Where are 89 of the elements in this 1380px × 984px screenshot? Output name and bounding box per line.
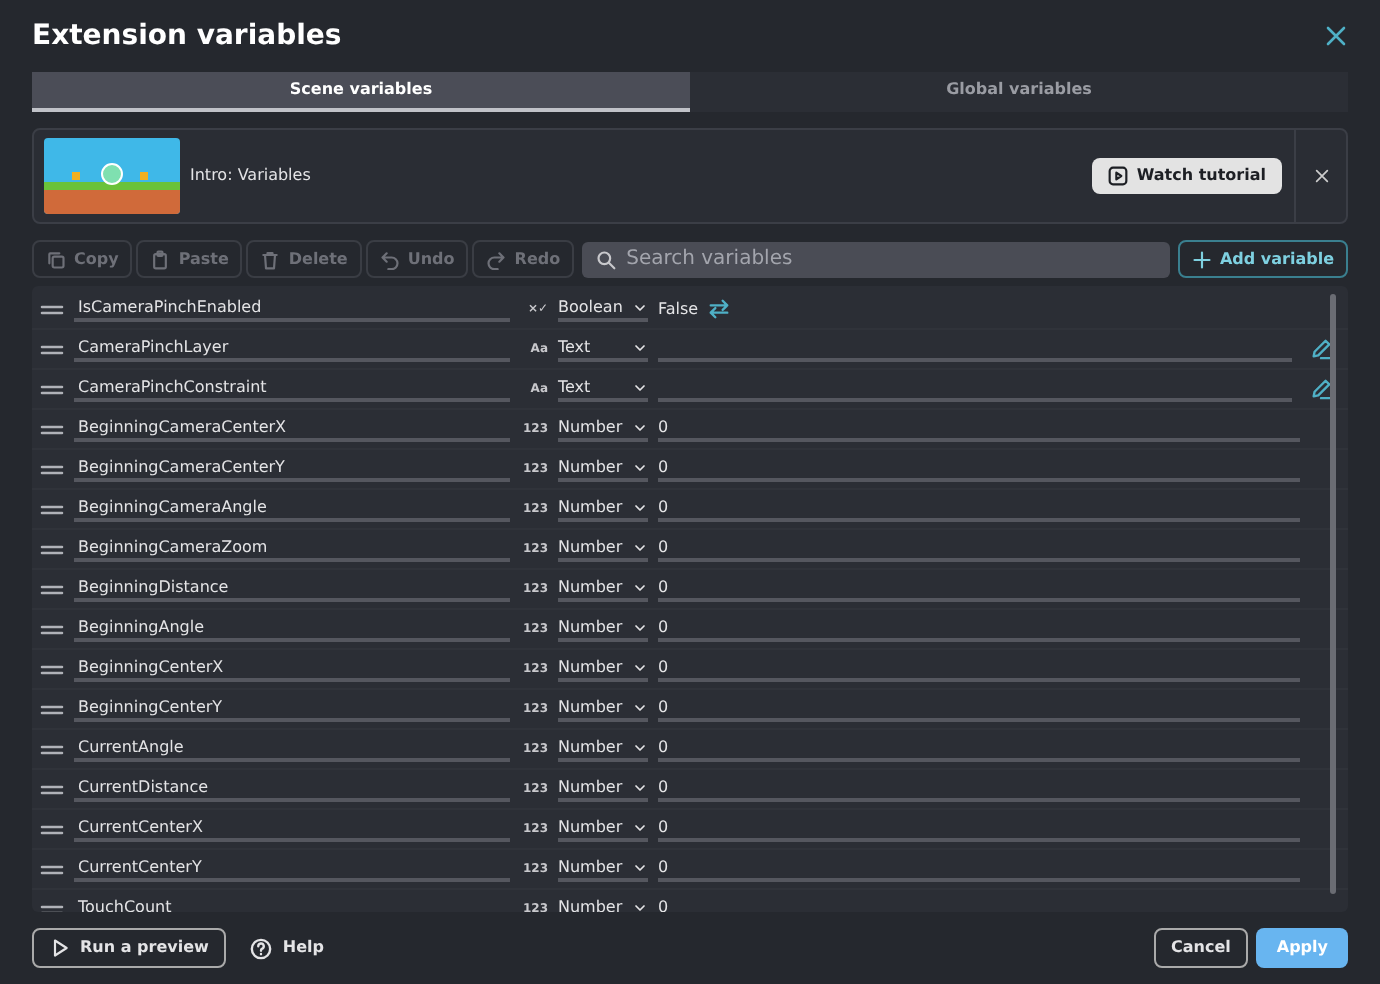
type-dropdown[interactable]: Text [558, 336, 648, 362]
undo-icon [379, 249, 400, 269]
search-field[interactable]: Search variables [582, 241, 1170, 277]
type-dropdown[interactable]: Boolean [558, 296, 648, 322]
type-dropdown[interactable]: Number [558, 496, 648, 522]
chevron-down-icon [632, 659, 648, 675]
pencil-icon [1310, 338, 1332, 360]
chevron-down-icon [632, 539, 648, 555]
variable-name-field[interactable]: BeginningCameraCenterX [74, 416, 510, 442]
type-dropdown[interactable]: Number [558, 856, 648, 882]
add-variable-button[interactable]: Add variable [1177, 240, 1348, 278]
value-field[interactable]: 0 [658, 616, 1300, 642]
help-icon [250, 937, 273, 959]
chevron-down-icon [632, 779, 648, 795]
type-dropdown[interactable]: Number [558, 776, 648, 802]
help-button[interactable]: Help [234, 930, 340, 966]
value-field[interactable]: 0 [658, 856, 1300, 882]
value-field[interactable]: 0 [658, 896, 1300, 912]
chevron-down-icon [632, 819, 648, 835]
value-field[interactable]: 0 [658, 776, 1300, 802]
close-icon [1324, 24, 1348, 49]
type-dropdown[interactable]: Number [558, 656, 648, 682]
type-dropdown[interactable]: Text [558, 376, 648, 402]
chevron-down-icon [632, 419, 648, 435]
variable-name-field[interactable]: CameraPinchLayer [74, 336, 510, 362]
close-button[interactable] [1324, 21, 1348, 51]
type-dropdown[interactable]: Number [558, 456, 648, 482]
dialog-title: Extension variables [32, 17, 342, 55]
scrollbar[interactable] [1330, 294, 1336, 894]
trash-icon [260, 249, 281, 269]
value-field[interactable]: 0 [658, 656, 1300, 682]
close-icon [1313, 167, 1329, 184]
value-field[interactable]: 0 [658, 416, 1300, 442]
cancel-button[interactable]: Cancel [1153, 928, 1249, 968]
redo-icon [486, 249, 507, 269]
variable-name-field[interactable]: TouchCount [74, 896, 510, 912]
plus-icon [1191, 249, 1212, 269]
value-field[interactable]: 0 [658, 816, 1300, 842]
run-preview-button[interactable]: Run a preview [32, 928, 227, 968]
variable-name-field[interactable]: CurrentCenterX [74, 816, 510, 842]
type-dropdown[interactable]: Number [558, 616, 648, 642]
variable-name-field[interactable]: BeginningCameraCenterY [74, 456, 510, 482]
chevron-down-icon [632, 499, 648, 515]
pencil-icon [1310, 378, 1332, 400]
variable-name-field[interactable]: BeginningCameraZoom [74, 536, 510, 562]
boolean-value: False [658, 297, 699, 321]
tutorial-thumbnail [44, 138, 180, 214]
variable-name-field[interactable]: CurrentAngle [74, 736, 510, 762]
tutorial-title: Intro: Variables [190, 164, 313, 188]
type-dropdown[interactable]: Number [558, 816, 648, 842]
chevron-down-icon [632, 299, 648, 315]
chevron-down-icon [632, 579, 648, 595]
watch-tutorial-button[interactable]: Watch tutorial [1092, 158, 1282, 194]
clipboard-icon [150, 249, 171, 269]
value-field[interactable]: 0 [658, 496, 1300, 522]
type-dropdown[interactable]: Number [558, 416, 648, 442]
swap-arrows-icon [708, 298, 731, 320]
value-field[interactable]: 0 [658, 576, 1300, 602]
chevron-down-icon [632, 619, 648, 635]
variable-name-field[interactable]: BeginningCenterY [74, 696, 510, 722]
chevron-down-icon [632, 739, 648, 755]
type-dropdown[interactable]: Number [558, 576, 648, 602]
variable-name-field[interactable]: IsCameraPinchEnabled [74, 296, 510, 322]
value-field[interactable]: 0 [658, 696, 1300, 722]
tab[interactable]: Global variables [690, 72, 1348, 112]
value-field[interactable]: 0 [658, 536, 1300, 562]
chevron-down-icon [632, 459, 648, 475]
variable-name-field[interactable]: CurrentCenterY [74, 856, 510, 882]
value-field[interactable]: 0 [658, 456, 1300, 482]
chevron-down-icon [632, 859, 648, 875]
variable-name-field[interactable]: CameraPinchConstraint [74, 376, 510, 402]
type-dropdown[interactable]: Number [558, 896, 648, 912]
play-icon [50, 938, 70, 958]
type-dropdown[interactable]: Number [558, 696, 648, 722]
tab[interactable]: Scene variables [32, 72, 690, 112]
play-icon [1108, 166, 1129, 186]
chevron-down-icon [632, 699, 648, 715]
variable-name-field[interactable]: BeginningDistance [74, 576, 510, 602]
value-field[interactable]: 0 [658, 736, 1300, 762]
type-dropdown[interactable]: Number [558, 536, 648, 562]
variable-name-field[interactable]: BeginningCameraAngle [74, 496, 510, 522]
type-dropdown[interactable]: Number [558, 736, 648, 762]
chevron-down-icon [632, 379, 648, 395]
chevron-down-icon [632, 339, 648, 355]
variable-name-field[interactable]: BeginningAngle [74, 616, 510, 642]
copy-icon [46, 249, 66, 269]
chevron-down-icon [632, 899, 648, 912]
variable-name-field[interactable]: CurrentDistance [74, 776, 510, 802]
variable-name-field[interactable]: BeginningCenterX [74, 656, 510, 682]
